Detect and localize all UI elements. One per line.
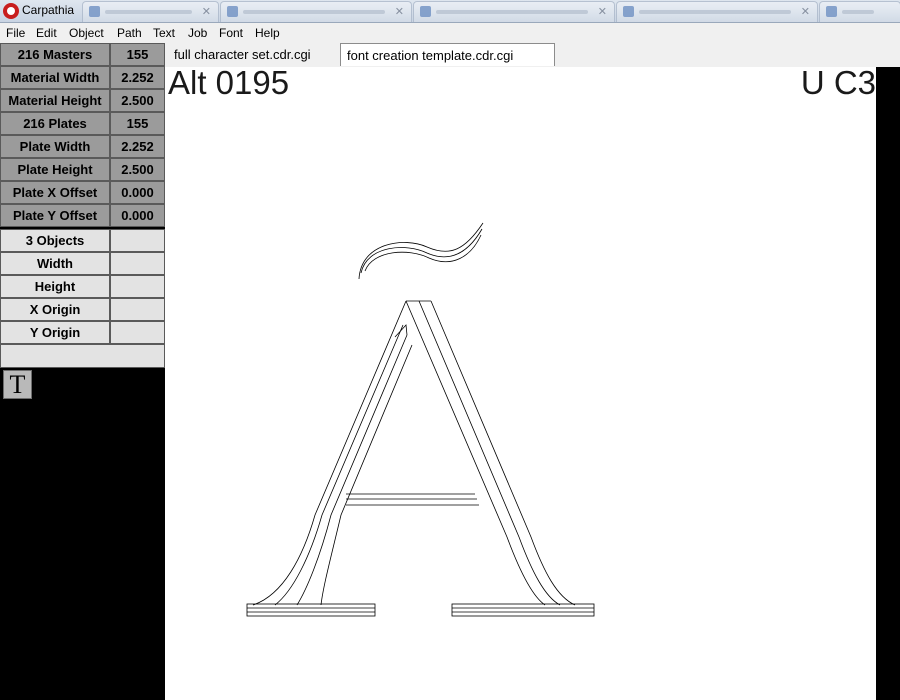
panel-row-width: Width bbox=[0, 252, 165, 275]
panel-value[interactable]: 0.000 bbox=[110, 204, 165, 227]
panel-row-plate-width: Plate Width 2.252 bbox=[0, 135, 165, 158]
canvas-edge bbox=[876, 67, 900, 700]
browser-tab[interactable]: ✕ bbox=[413, 1, 615, 22]
menu-job[interactable]: Job bbox=[188, 26, 207, 40]
panel-label[interactable]: Material Height bbox=[0, 89, 110, 112]
panel-row-plate-height: Plate Height 2.500 bbox=[0, 158, 165, 181]
menu-edit[interactable]: Edit bbox=[36, 26, 57, 40]
panel-row-material-width: Material Width 2.252 bbox=[0, 66, 165, 89]
panel-label[interactable]: 216 Plates bbox=[0, 112, 110, 135]
page-icon bbox=[420, 6, 431, 17]
page-icon bbox=[826, 6, 837, 17]
menu-path[interactable]: Path bbox=[117, 26, 142, 40]
panel-row-plates: 216 Plates 155 bbox=[0, 112, 165, 135]
panel-label[interactable]: Height bbox=[0, 275, 110, 298]
panel-label[interactable]: Plate Y Offset bbox=[0, 204, 110, 227]
close-icon[interactable]: ✕ bbox=[395, 5, 404, 18]
panel-label[interactable]: Width bbox=[0, 252, 110, 275]
panel-value[interactable]: 2.252 bbox=[110, 135, 165, 158]
page-icon bbox=[227, 6, 238, 17]
tilde-path[interactable] bbox=[358, 222, 484, 280]
panel-row-masters: 216 Masters 155 bbox=[0, 43, 165, 66]
title-bar: Carpathia ✕ ✕ ✕ ✕ bbox=[0, 0, 900, 23]
document-tabs: full character set.cdr.cgi font creation… bbox=[165, 43, 900, 67]
left-stem-path[interactable] bbox=[252, 300, 431, 606]
panel-row-x-origin: X Origin bbox=[0, 298, 165, 321]
panel-label[interactable]: Plate Width bbox=[0, 135, 110, 158]
panel-label[interactable]: X Origin bbox=[0, 298, 110, 321]
right-stem-path[interactable] bbox=[394, 300, 576, 606]
app-logo-icon bbox=[3, 3, 19, 19]
panel-label[interactable]: Plate Height bbox=[0, 158, 110, 181]
panel-value[interactable] bbox=[110, 321, 165, 344]
panel-label[interactable]: 3 Objects bbox=[0, 229, 110, 252]
browser-tab[interactable]: ✕ bbox=[220, 1, 412, 22]
panel-value[interactable]: 155 bbox=[110, 112, 165, 135]
drawing-canvas[interactable]: Alt 0195 U C3 bbox=[165, 67, 876, 700]
tab-full-character-set[interactable]: full character set.cdr.cgi bbox=[168, 43, 338, 66]
panel-label[interactable]: Plate X Offset bbox=[0, 181, 110, 204]
panel-row-material-height: Material Height 2.500 bbox=[0, 89, 165, 112]
browser-tab[interactable]: ✕ bbox=[616, 1, 818, 22]
menu-bar: File Edit Object Path Text Job Font Help bbox=[0, 23, 900, 43]
property-panel: 216 Masters 155 Material Width 2.252 Mat… bbox=[0, 43, 165, 700]
panel-row-y-origin: Y Origin bbox=[0, 321, 165, 344]
panel-row-objects: 3 Objects bbox=[0, 229, 165, 252]
menu-file[interactable]: File bbox=[6, 26, 25, 40]
tab-font-creation-template[interactable]: font creation template.cdr.cgi bbox=[340, 43, 555, 66]
panel-row-plate-x-offset: Plate X Offset 0.000 bbox=[0, 181, 165, 204]
panel-label[interactable]: Material Width bbox=[0, 66, 110, 89]
panel-row-plate-y-offset: Plate Y Offset 0.000 bbox=[0, 204, 165, 227]
panel-value[interactable] bbox=[110, 275, 165, 298]
close-icon[interactable]: ✕ bbox=[202, 5, 211, 18]
close-icon[interactable]: ✕ bbox=[801, 5, 810, 18]
panel-value[interactable]: 155 bbox=[110, 43, 165, 66]
panel-value[interactable]: 2.500 bbox=[110, 89, 165, 112]
panel-empty-row[interactable] bbox=[0, 344, 165, 368]
page-icon bbox=[89, 6, 100, 17]
panel-value[interactable]: 0.000 bbox=[110, 181, 165, 204]
glyph-a-tilde[interactable] bbox=[165, 67, 876, 700]
panel-value[interactable]: 2.500 bbox=[110, 158, 165, 181]
panel-value[interactable]: 2.252 bbox=[110, 66, 165, 89]
browser-tab[interactable]: ✕ bbox=[82, 1, 219, 22]
crossbar-path[interactable] bbox=[346, 493, 479, 506]
menu-object[interactable]: Object bbox=[69, 26, 104, 40]
panel-value[interactable] bbox=[110, 229, 165, 252]
panel-row-height: Height bbox=[0, 275, 165, 298]
panel-label[interactable]: 216 Masters bbox=[0, 43, 110, 66]
panel-value[interactable] bbox=[110, 298, 165, 321]
close-icon[interactable]: ✕ bbox=[598, 5, 607, 18]
serif-path[interactable] bbox=[246, 603, 595, 617]
page-icon bbox=[623, 6, 634, 17]
browser-tab[interactable] bbox=[819, 1, 900, 22]
text-tool-icon[interactable]: T bbox=[3, 370, 32, 399]
panel-label[interactable]: Y Origin bbox=[0, 321, 110, 344]
menu-help[interactable]: Help bbox=[255, 26, 280, 40]
window-title: Carpathia bbox=[22, 3, 75, 17]
panel-value[interactable] bbox=[110, 252, 165, 275]
menu-text[interactable]: Text bbox=[153, 26, 175, 40]
menu-font[interactable]: Font bbox=[219, 26, 243, 40]
